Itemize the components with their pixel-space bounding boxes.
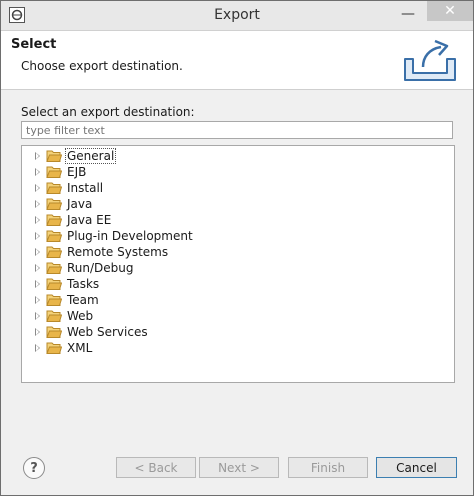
- expand-arrow-icon[interactable]: [32, 148, 44, 164]
- folder-icon: [46, 150, 62, 162]
- folder-icon: [46, 310, 62, 322]
- folder-icon: [46, 278, 62, 290]
- title-bar[interactable]: Export — ✕: [1, 1, 473, 31]
- tree-item-ejb[interactable]: EJB: [22, 164, 86, 180]
- minimize-button[interactable]: —: [395, 2, 421, 26]
- tree-item-tasks[interactable]: Tasks: [22, 276, 99, 292]
- page-title: Select: [11, 37, 57, 52]
- expand-arrow-icon[interactable]: [32, 212, 44, 228]
- page-description: Choose export destination.: [21, 59, 183, 73]
- expand-arrow-icon[interactable]: [32, 308, 44, 324]
- export-icon: [404, 39, 456, 81]
- tree-item-label: Run/Debug: [67, 261, 134, 275]
- expand-arrow-icon[interactable]: [32, 260, 44, 276]
- expand-arrow-icon[interactable]: [32, 228, 44, 244]
- minimize-icon: —: [401, 6, 415, 22]
- finish-button[interactable]: Finish: [288, 457, 368, 478]
- folder-icon: [46, 246, 62, 258]
- folder-icon: [46, 262, 62, 274]
- tree-item-label: Remote Systems: [67, 245, 169, 259]
- tree-item-label: Plug-in Development: [67, 229, 193, 243]
- tree-item-label: Java EE: [67, 213, 112, 227]
- destination-tree[interactable]: General EJB Install Java Java EE Plug-in…: [21, 145, 455, 383]
- tree-item-label: EJB: [67, 165, 87, 179]
- folder-icon: [46, 230, 62, 242]
- tree-item-label: Web Services: [67, 325, 148, 339]
- tree-item-label: Java: [67, 197, 93, 211]
- tree-item-label: General: [65, 148, 117, 164]
- filter-label: Select an export destination:: [21, 105, 195, 119]
- tree-item-general[interactable]: General: [22, 148, 117, 164]
- next-button[interactable]: Next >: [199, 457, 279, 478]
- close-icon: ✕: [444, 3, 456, 19]
- folder-icon: [46, 214, 62, 226]
- expand-arrow-icon[interactable]: [32, 340, 44, 356]
- back-button[interactable]: < Back: [116, 457, 196, 478]
- tree-item-team[interactable]: Team: [22, 292, 99, 308]
- tree-item-label: Tasks: [67, 277, 100, 291]
- tree-item-xml[interactable]: XML: [22, 340, 92, 356]
- tree-item-java-ee[interactable]: Java EE: [22, 212, 111, 228]
- export-dialog: Export — ✕ Select Choose export destinat…: [0, 0, 474, 496]
- close-button[interactable]: ✕: [427, 1, 473, 21]
- folder-icon: [46, 182, 62, 194]
- filter-input[interactable]: [21, 121, 453, 139]
- tree-item-label: Team: [67, 293, 99, 307]
- folder-icon: [46, 294, 62, 306]
- expand-arrow-icon[interactable]: [32, 180, 44, 196]
- expand-arrow-icon[interactable]: [32, 324, 44, 340]
- tree-item-web[interactable]: Web: [22, 308, 93, 324]
- tree-item-label: Install: [67, 181, 104, 195]
- folder-icon: [46, 198, 62, 210]
- expand-arrow-icon[interactable]: [32, 196, 44, 212]
- tree-item-plug-in-development[interactable]: Plug-in Development: [22, 228, 193, 244]
- cancel-button[interactable]: Cancel: [376, 457, 457, 478]
- tree-item-install[interactable]: Install: [22, 180, 103, 196]
- help-button[interactable]: ?: [23, 457, 45, 479]
- tree-item-java[interactable]: Java: [22, 196, 92, 212]
- help-icon: ?: [30, 460, 38, 476]
- tree-item-remote-systems[interactable]: Remote Systems: [22, 244, 168, 260]
- tree-item-label: XML: [67, 341, 93, 355]
- expand-arrow-icon[interactable]: [32, 244, 44, 260]
- folder-icon: [46, 342, 62, 354]
- folder-icon: [46, 326, 62, 338]
- expand-arrow-icon[interactable]: [32, 276, 44, 292]
- folder-icon: [46, 166, 62, 178]
- expand-arrow-icon[interactable]: [32, 292, 44, 308]
- tree-item-run-debug[interactable]: Run/Debug: [22, 260, 134, 276]
- wizard-header: Select Choose export destination.: [1, 31, 473, 90]
- tree-item-label: Web: [67, 309, 94, 323]
- expand-arrow-icon[interactable]: [32, 164, 44, 180]
- tree-item-web-services[interactable]: Web Services: [22, 324, 148, 340]
